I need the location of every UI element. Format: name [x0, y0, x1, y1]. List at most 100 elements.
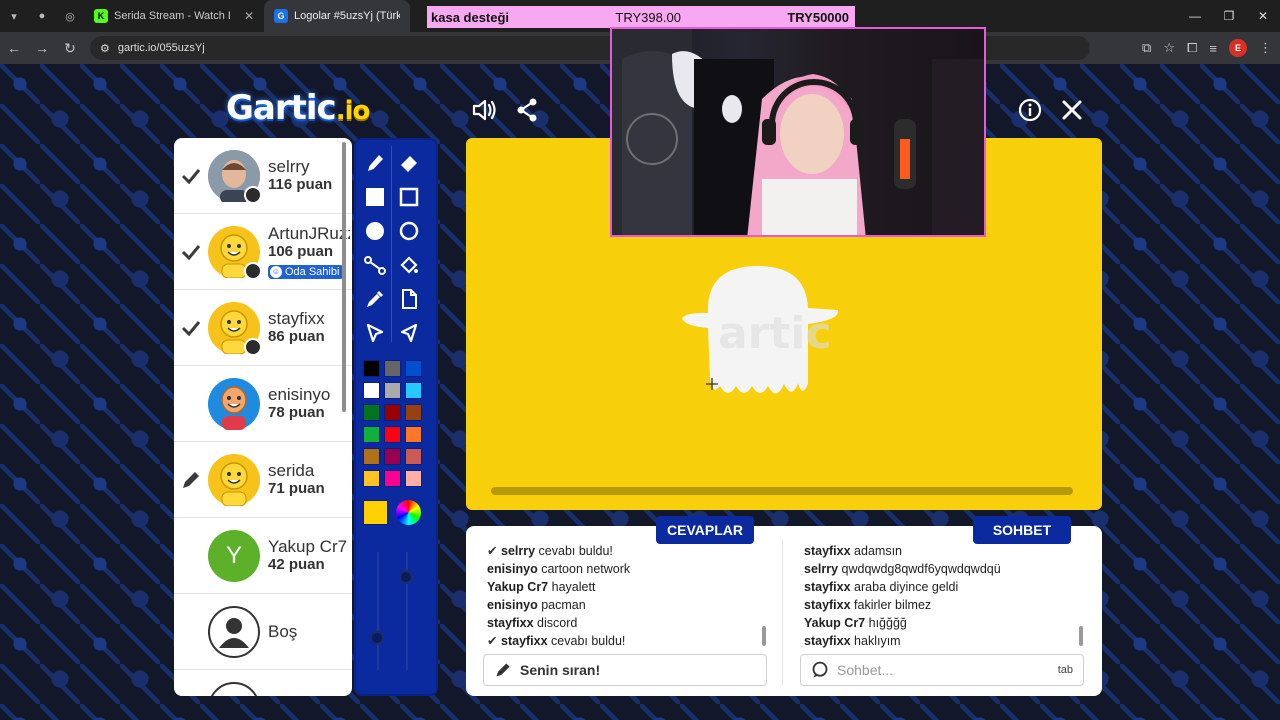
- color-wheel-icon[interactable]: [396, 500, 421, 525]
- player-points: 106 puan: [268, 243, 334, 260]
- color-swatch[interactable]: [384, 360, 401, 377]
- player-row: Y Yakup Cr7 42 puan: [174, 518, 352, 594]
- list-item: ✔ selrry cevabı buldu!: [487, 544, 613, 558]
- tab-search-icon[interactable]: ▾: [0, 0, 28, 32]
- extensions-icon[interactable]: ⧠: [1187, 40, 1197, 56]
- filled-rectangle-tool-icon[interactable]: [361, 183, 389, 211]
- eyedropper-tool-icon[interactable]: [361, 285, 389, 313]
- brush-size-track[interactable]: [377, 552, 379, 670]
- redo-tool-icon[interactable]: [395, 319, 423, 347]
- browser-menu-icon[interactable]: ⋮: [1259, 40, 1272, 56]
- site-settings-icon[interactable]: ⚙: [100, 42, 110, 55]
- current-color-swatch[interactable]: [363, 500, 388, 525]
- answers-list: ✔ selrry cevabı buldu! enisinyo cartoon n…: [487, 542, 767, 650]
- minimize-icon[interactable]: —: [1178, 0, 1212, 32]
- answer-input[interactable]: Senin sıran!: [483, 654, 767, 686]
- browser-tab-gartic[interactable]: G Logolar #5uzsYj (Türkçe) - Gartic.io: [264, 0, 410, 32]
- guessed-check-icon: [174, 244, 208, 260]
- profile-avatar[interactable]: E: [1229, 39, 1247, 57]
- install-app-icon[interactable]: ⧉: [1142, 40, 1151, 56]
- player-name: enisinyo: [268, 385, 331, 404]
- list-item: stayfixx haklıyım: [804, 634, 901, 648]
- opacity-knob[interactable]: [399, 570, 413, 584]
- color-swatch[interactable]: [405, 382, 422, 399]
- color-swatch[interactable]: [363, 382, 380, 399]
- color-swatch[interactable]: [384, 448, 401, 465]
- close-tab-icon[interactable]: ✕: [244, 9, 254, 23]
- player-points: 42 puan: [268, 556, 325, 573]
- pinned-tab-icon[interactable]: ●: [28, 0, 56, 32]
- tab-chat[interactable]: SOHBET: [973, 516, 1071, 544]
- chat-list: stayfixx adamsın selrry qwdqwdg8qwdf6yqw…: [804, 542, 1080, 650]
- browser-tab-title: Logolar #5uzsYj (Türkçe) - Gartic.io: [294, 10, 400, 22]
- chat-input[interactable]: Sohbet... tab: [800, 654, 1084, 686]
- list-item: Yakup Cr7 hayalett: [487, 580, 596, 594]
- undo-tool-icon[interactable]: [361, 319, 389, 347]
- color-swatch[interactable]: [405, 426, 422, 443]
- list-item: stayfixx araba diyince geldi: [804, 580, 959, 594]
- player-points: 78 puan: [268, 404, 325, 421]
- color-swatch[interactable]: [384, 404, 401, 421]
- browser-tab-kick[interactable]: K Serida Stream - Watch Live on Kick ✕: [84, 0, 264, 32]
- close-room-icon[interactable]: [1058, 96, 1086, 124]
- window-controls: — ❐ ✕: [1178, 0, 1280, 32]
- line-tool-icon[interactable]: [361, 251, 389, 279]
- color-swatch[interactable]: [384, 382, 401, 399]
- color-swatch[interactable]: [384, 426, 401, 443]
- color-swatch[interactable]: [405, 404, 422, 421]
- back-icon[interactable]: ←: [0, 32, 28, 64]
- pencil-icon: [496, 663, 510, 677]
- answer-input-text: Senin sıran!: [520, 662, 601, 678]
- filled-circle-tool-icon[interactable]: [361, 217, 389, 245]
- pinned-tab-chrome-icon[interactable]: ◎: [56, 0, 84, 32]
- donation-current: TRY398.00: [615, 9, 681, 25]
- player-name: Yakup Cr7: [268, 537, 348, 556]
- color-swatch[interactable]: [384, 470, 401, 487]
- color-swatch[interactable]: [405, 360, 422, 377]
- color-swatch[interactable]: [405, 470, 422, 487]
- avatar: [208, 453, 260, 506]
- pencil-tool-icon[interactable]: [361, 149, 389, 177]
- donation-goal-bar: kasa desteği TRY398.00 TRY50000: [427, 6, 855, 28]
- forward-icon[interactable]: →: [28, 32, 56, 64]
- tab-answers[interactable]: CEVAPLAR: [656, 516, 754, 544]
- fill-bucket-tool-icon[interactable]: [395, 251, 423, 279]
- player-row-empty: [174, 670, 352, 696]
- player-points: 116 puan: [268, 176, 333, 193]
- player-row-empty: Boş: [174, 594, 352, 670]
- color-swatch[interactable]: [363, 448, 380, 465]
- empty-user-icon: [208, 681, 260, 696]
- avatar: [208, 149, 262, 204]
- donation-label: kasa desteği: [431, 9, 510, 25]
- answers-scrollbar[interactable]: [762, 626, 766, 646]
- circle-tool-icon[interactable]: [395, 217, 423, 245]
- window-close-icon[interactable]: ✕: [1246, 0, 1280, 32]
- player-points: 86 puan: [268, 328, 325, 345]
- streamer-webcam: [610, 27, 986, 237]
- clear-page-tool-icon[interactable]: [395, 285, 423, 313]
- chat-scrollbar[interactable]: [1079, 626, 1083, 646]
- browser-tab-title: Serida Stream - Watch Live on Kick: [114, 10, 230, 22]
- found-check-icon: ✔: [487, 544, 498, 558]
- avatar: [208, 301, 262, 356]
- color-swatch[interactable]: [363, 360, 380, 377]
- reload-icon[interactable]: ↻: [56, 32, 84, 64]
- brush-size-knob[interactable]: [370, 631, 384, 645]
- color-swatch[interactable]: [405, 448, 422, 465]
- sound-icon[interactable]: [470, 96, 498, 124]
- media-controls-icon[interactable]: ≡: [1209, 41, 1217, 56]
- eraser-tool-icon[interactable]: [395, 149, 423, 177]
- info-icon[interactable]: [1016, 96, 1044, 124]
- players-scrollbar[interactable]: [342, 142, 346, 412]
- color-swatch[interactable]: [363, 470, 380, 487]
- maximize-icon[interactable]: ❐: [1212, 0, 1246, 32]
- color-swatch[interactable]: [363, 426, 380, 443]
- players-list: selrry 116 puan ArtunJRuzzz 106 puan ☺Od…: [174, 138, 352, 696]
- share-icon[interactable]: [513, 96, 541, 124]
- color-swatch[interactable]: [363, 404, 380, 421]
- found-check-icon: ✔: [487, 634, 498, 648]
- rectangle-tool-icon[interactable]: [395, 183, 423, 211]
- avatar: Y: [208, 529, 260, 582]
- bookmark-star-icon[interactable]: ☆: [1163, 40, 1175, 56]
- url-text: gartic.io/055uzsYj: [117, 42, 205, 54]
